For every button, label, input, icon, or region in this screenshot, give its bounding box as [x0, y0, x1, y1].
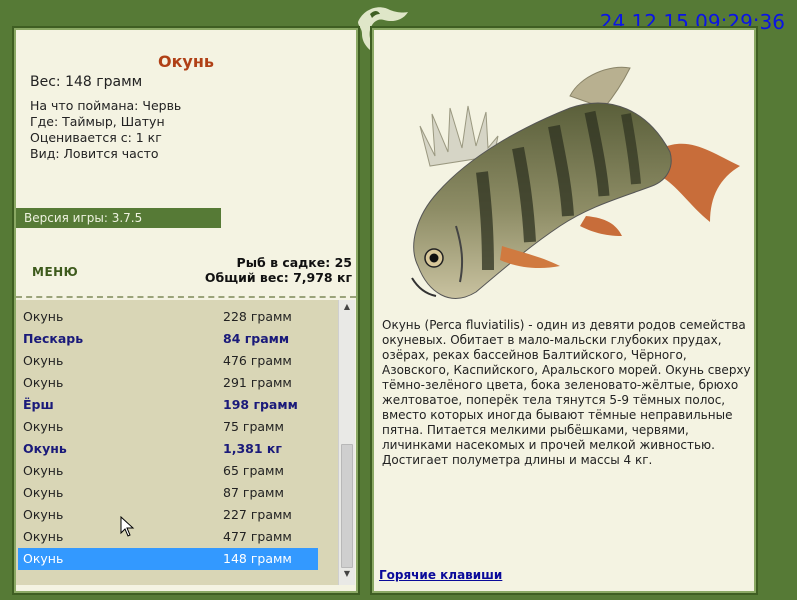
fish-weight: Вес: 148 грамм: [30, 74, 143, 90]
catch-list-item[interactable]: Окунь 477 грамм: [18, 526, 318, 548]
fish-description: Окунь (Perca fluviatilis) - один из девя…: [382, 318, 751, 467]
catch-list[interactable]: Окунь 228 грамм Пескарь 84 грамм Окунь 476 гр…: [16, 300, 338, 585]
catch-item-weight: 477 грамм: [223, 529, 292, 544]
scroll-thumb[interactable]: [341, 444, 353, 568]
perch-fish-image: [411, 66, 740, 299]
catch-item-name: Окунь: [23, 419, 64, 434]
catch-item-weight: 84 грамм: [223, 331, 290, 346]
catch-list-scrollbar[interactable]: ▲ ▼: [338, 300, 355, 585]
version-label: Версия игры: 3.7.5: [16, 208, 221, 228]
catch-item-name: Окунь: [23, 507, 64, 522]
catch-list-item[interactable]: Пескарь 84 грамм: [18, 328, 318, 350]
fish-bait: На что поймана: Червь: [30, 98, 182, 113]
fish-species: Вид: Ловится часто: [30, 146, 159, 161]
catch-item-name: Окунь: [23, 375, 64, 390]
fish-title: Окунь: [157, 52, 215, 71]
catch-item-name: Пескарь: [23, 331, 84, 346]
catch-list-item[interactable]: Окунь 65 грамм: [18, 460, 318, 482]
catch-item-name: Окунь: [23, 353, 64, 368]
catch-list-item[interactable]: Ёрш 198 грамм: [18, 394, 318, 416]
catch-item-weight: 65 грамм: [223, 463, 284, 478]
menu-button[interactable]: МЕНЮ: [32, 265, 78, 279]
catch-item-name: Окунь: [23, 309, 64, 324]
catch-item-weight: 228 грамм: [223, 309, 292, 324]
catch-list-item[interactable]: Окунь 75 грамм: [18, 416, 318, 438]
hotkeys-link[interactable]: Горячие клавиши: [379, 568, 502, 582]
separator: [16, 296, 356, 298]
catch-list-item[interactable]: Окунь 1,381 кг: [18, 438, 318, 460]
mouse-cursor-icon: [120, 516, 135, 537]
catch-list-item[interactable]: Окунь 148 грамм: [18, 548, 318, 570]
catch-item-weight: 148 грамм: [223, 551, 292, 566]
catch-item-weight: 87 грамм: [223, 485, 284, 500]
fish-location: Где: Таймыр, Шатун: [30, 114, 165, 129]
catch-item-name: Ёрш: [23, 397, 54, 412]
catch-stats: Рыб в садке: 25 Общий вес: 7,978 кг: [205, 255, 352, 285]
catch-list-item[interactable]: Окунь 227 грамм: [18, 504, 318, 526]
fish-detail-panel: Окунь (Perca fluviatilis) - один из девя…: [370, 26, 758, 595]
catch-item-name: Окунь: [23, 441, 67, 456]
catch-item-name: Окунь: [23, 529, 64, 544]
catch-item-name: Окунь: [23, 485, 64, 500]
fish-info-panel: Окунь Вес: 148 грамм На что поймана: Чер…: [12, 26, 360, 595]
catch-item-weight: 1,381 кг: [223, 441, 282, 456]
catch-item-weight: 227 грамм: [223, 507, 292, 522]
total-weight: Общий вес: 7,978 кг: [204, 270, 352, 285]
scroll-down-icon[interactable]: ▼: [339, 569, 355, 583]
catch-list-item[interactable]: Окунь 476 грамм: [18, 350, 318, 372]
catch-item-weight: 198 грамм: [223, 397, 298, 412]
fish-value: Оценивается с: 1 кг: [30, 130, 162, 145]
catch-item-name: Окунь: [23, 551, 64, 566]
fish-count: Рыб в садке: 25: [236, 255, 352, 270]
catch-item-weight: 75 грамм: [223, 419, 284, 434]
catch-list-item[interactable]: Окунь 87 грамм: [18, 482, 318, 504]
catch-list-item[interactable]: Окунь 291 грамм: [18, 372, 318, 394]
catch-item-weight: 291 грамм: [223, 375, 292, 390]
scroll-up-icon[interactable]: ▲: [339, 302, 355, 316]
catch-item-name: Окунь: [23, 463, 64, 478]
catch-item-weight: 476 грамм: [223, 353, 292, 368]
catch-list-item[interactable]: Окунь 228 грамм: [18, 306, 318, 328]
